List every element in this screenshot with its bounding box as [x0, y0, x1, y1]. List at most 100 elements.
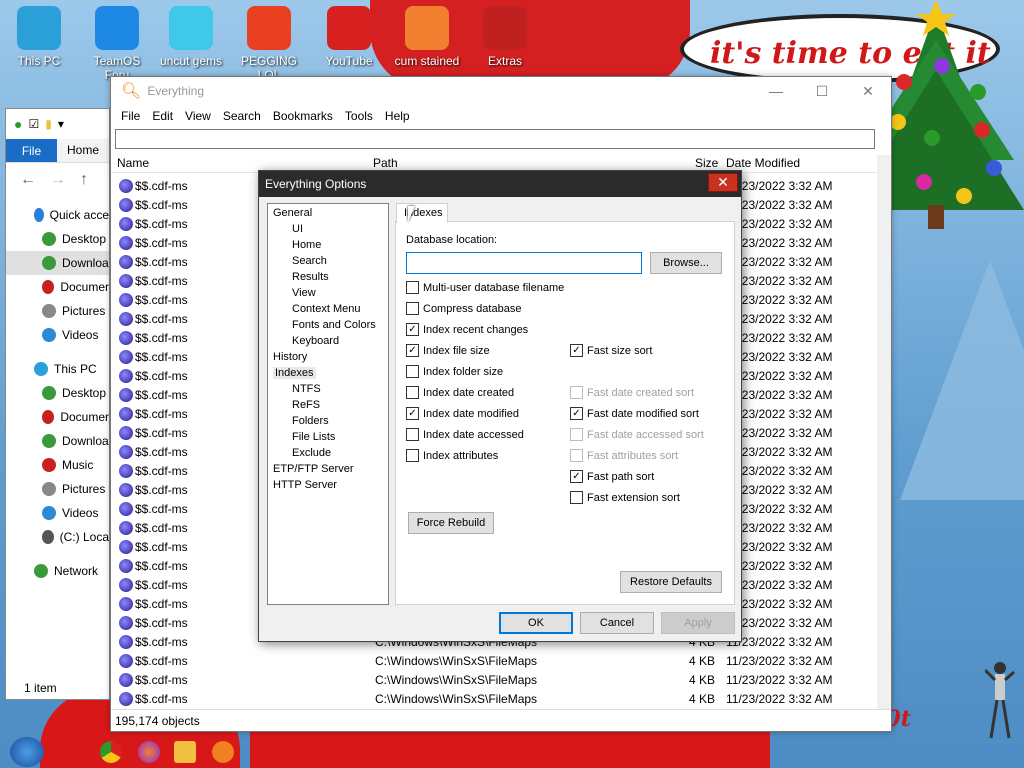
db-location-input[interactable]: [406, 252, 642, 274]
nav-item[interactable]: Pictures: [6, 477, 109, 501]
desktop-icon-2[interactable]: uncut gems: [154, 6, 228, 68]
apply-button[interactable]: Apply: [661, 612, 735, 634]
tree-item[interactable]: Indexes: [273, 367, 316, 379]
checkbox-option[interactable]: Fast attributes sort: [570, 449, 678, 462]
checkbox-option[interactable]: Fast date created sort: [570, 386, 694, 399]
nav-item[interactable]: Desktop: [6, 381, 109, 405]
tree-item[interactable]: Keyboard: [292, 335, 339, 347]
nav-item[interactable]: Documer: [6, 275, 109, 299]
column-header-size[interactable]: Size: [695, 156, 718, 170]
nav-item[interactable]: This PC: [6, 357, 109, 381]
checkbox-unchecked[interactable]: [570, 449, 583, 462]
tree-item[interactable]: ETP/FTP Server: [273, 463, 353, 475]
properties-icon[interactable]: ☑: [28, 117, 39, 131]
checkbox-option[interactable]: Compress database: [406, 302, 521, 315]
checkbox-unchecked[interactable]: [406, 281, 419, 294]
tree-item[interactable]: UI: [292, 223, 303, 235]
chevron-down-icon[interactable]: ▾: [58, 117, 64, 131]
desktop-icon-0[interactable]: This PC: [2, 6, 76, 68]
checkbox-option[interactable]: Fast date accessed sort: [570, 428, 704, 441]
checkbox-option[interactable]: ✓ Fast date modified sort: [570, 407, 699, 420]
chrome-icon[interactable]: [100, 741, 122, 763]
cancel-button[interactable]: Cancel: [580, 612, 654, 634]
tree-item[interactable]: History: [273, 351, 307, 363]
browse-button[interactable]: Browse...: [650, 252, 722, 274]
folder-icon[interactable]: [174, 741, 196, 763]
forward-arrow-icon[interactable]: →: [50, 171, 66, 189]
table-row[interactable]: $$.cdf-ms C:\Windows\WinSxS\FileMaps 4 KB 1…: [111, 652, 871, 671]
minimize-button[interactable]: —: [753, 77, 799, 105]
checkbox-checked[interactable]: ✓: [406, 323, 419, 336]
checkbox-unchecked[interactable]: [406, 428, 419, 441]
nav-item[interactable]: Desktop: [6, 227, 109, 251]
menu-item[interactable]: File: [115, 109, 146, 123]
tree-item[interactable]: Fonts and Colors: [292, 319, 376, 331]
menu-item[interactable]: Bookmarks: [267, 109, 339, 123]
tree-item[interactable]: ReFS: [292, 399, 320, 411]
checkbox-option[interactable]: Index date accessed: [406, 428, 524, 441]
tree-item[interactable]: HTTP Server: [273, 479, 337, 491]
checkbox-checked[interactable]: ✓: [406, 407, 419, 420]
folder-icon[interactable]: ▮: [45, 117, 52, 131]
menu-item[interactable]: Tools: [339, 109, 379, 123]
close-button[interactable]: ✕: [845, 77, 891, 105]
desktop-icon-1[interactable]: TeamOS Foru: [80, 6, 154, 82]
checkbox-unchecked[interactable]: [406, 449, 419, 462]
tree-item[interactable]: Search: [292, 255, 327, 267]
column-header-path[interactable]: Path: [373, 156, 398, 170]
nav-item[interactable]: (C:) Loca: [6, 525, 109, 549]
tree-item[interactable]: Results: [292, 271, 329, 283]
vertical-scrollbar[interactable]: [877, 155, 891, 711]
checkbox-option[interactable]: Multi-user database filename: [406, 281, 564, 294]
table-row[interactable]: $$.cdf-ms C:\Windows\WinSxS\FileMaps 4 KB 1…: [111, 671, 871, 690]
restore-defaults-button[interactable]: Restore Defaults: [620, 571, 722, 593]
nav-item[interactable]: Quick acce: [6, 203, 109, 227]
desktop-icon-6[interactable]: Extras: [468, 6, 542, 68]
checkbox-option[interactable]: Fast extension sort: [570, 491, 680, 504]
menu-item[interactable]: Search: [217, 109, 267, 123]
column-header-name[interactable]: Name: [117, 156, 149, 170]
checkbox-option[interactable]: ✓ Index date modified: [406, 407, 519, 420]
checkbox-unchecked[interactable]: [406, 386, 419, 399]
nav-item[interactable]: Downloa: [6, 429, 109, 453]
checkbox-checked[interactable]: ✓: [406, 344, 419, 357]
ok-button[interactable]: OK: [499, 612, 573, 634]
checkbox-option[interactable]: ✓ Fast size sort: [570, 344, 652, 357]
checkbox-option[interactable]: ✓ Index file size: [406, 344, 490, 357]
checkbox-checked[interactable]: ✓: [570, 470, 583, 483]
checkbox-checked[interactable]: ✓: [570, 407, 583, 420]
tree-item[interactable]: General: [273, 207, 312, 219]
start-button-icon[interactable]: [10, 737, 44, 767]
menu-item[interactable]: Help: [379, 109, 416, 123]
up-arrow-icon[interactable]: ↑: [80, 171, 88, 189]
ribbon-tab-home[interactable]: Home: [57, 139, 109, 162]
menu-item[interactable]: Edit: [146, 109, 179, 123]
back-arrow-icon[interactable]: ←: [20, 171, 36, 189]
ribbon-tab-file[interactable]: File: [6, 139, 57, 162]
dialog-close-button[interactable]: ✕: [708, 173, 738, 192]
table-row[interactable]: $$.cdf-ms C:\Windows\WinSxS\FileMaps 4 KB 1…: [111, 690, 871, 709]
checkbox-option[interactable]: ✓ Fast path sort: [570, 470, 654, 483]
checkbox-unchecked[interactable]: [406, 365, 419, 378]
checkbox-unchecked[interactable]: [406, 302, 419, 315]
checkbox-unchecked[interactable]: [570, 491, 583, 504]
checkbox-option[interactable]: Index attributes: [406, 449, 498, 462]
tree-item[interactable]: Home: [292, 239, 321, 251]
tree-item[interactable]: Context Menu: [292, 303, 360, 315]
nav-item[interactable]: Videos: [6, 323, 109, 347]
menu-item[interactable]: View: [179, 109, 217, 123]
force-rebuild-button[interactable]: Force Rebuild: [408, 512, 494, 534]
tree-item[interactable]: File Lists: [292, 431, 335, 443]
checkbox-unchecked[interactable]: [570, 428, 583, 441]
nav-item[interactable]: Music: [6, 453, 109, 477]
checkbox-option[interactable]: ✓ Index recent changes: [406, 323, 528, 336]
tree-item[interactable]: View: [292, 287, 316, 299]
search-input[interactable]: [115, 129, 875, 149]
nav-item[interactable]: Network: [6, 559, 109, 583]
column-header-date[interactable]: Date Modified: [726, 156, 800, 170]
desktop-icon-4[interactable]: YouTube: [312, 6, 386, 68]
checkbox-option[interactable]: Index date created: [406, 386, 514, 399]
tree-item[interactable]: NTFS: [292, 383, 321, 395]
nav-item[interactable]: Documer: [6, 405, 109, 429]
tab-indexes[interactable]: Indexes: [396, 203, 448, 223]
